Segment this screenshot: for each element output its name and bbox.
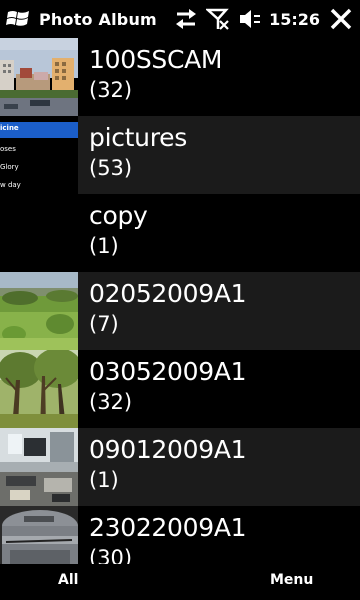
album-row[interactable]: icine oses Glory w day pictures (53) <box>0 116 360 194</box>
album-row[interactable]: 09012009A1 (1) <box>0 428 360 506</box>
album-count: (7) <box>89 312 119 336</box>
data-connection-icon[interactable] <box>173 6 199 32</box>
album-thumbnail <box>0 194 78 272</box>
thumb-menu-item: oses <box>0 145 16 153</box>
album-row[interactable]: 02052009A1 (7) <box>0 272 360 350</box>
album-thumbnail <box>0 506 78 564</box>
album-name: 100SSCAM <box>89 45 223 74</box>
soft-key-bar: All Menu <box>0 564 360 600</box>
thumb-menu-item: w day <box>0 181 21 189</box>
album-list[interactable]: 100SSCAM (32) icine oses Glory w day pic… <box>0 38 360 564</box>
album-count: (53) <box>89 156 133 180</box>
album-name: 23022009A1 <box>89 513 247 542</box>
album-name: pictures <box>89 123 187 152</box>
album-name: 03052009A1 <box>89 357 247 386</box>
thumb-menu-item: icine <box>0 124 19 132</box>
album-row[interactable]: 03052009A1 (32) <box>0 350 360 428</box>
album-name: copy <box>89 201 148 230</box>
album-thumbnail <box>0 428 78 506</box>
app-title: Photo Album <box>39 9 157 29</box>
softkey-menu-button[interactable]: Menu <box>270 572 313 588</box>
album-count: (30) <box>89 546 133 564</box>
thumb-menu-item: Glory <box>0 163 19 171</box>
windows-start-icon[interactable] <box>5 5 33 33</box>
album-count: (1) <box>89 234 119 258</box>
softkey-all-button[interactable]: All <box>58 572 78 588</box>
album-thumbnail <box>0 272 78 350</box>
album-thumbnail: icine oses Glory w day <box>0 116 78 194</box>
album-count: (32) <box>89 390 133 414</box>
signal-off-icon[interactable] <box>205 6 231 32</box>
album-count: (1) <box>89 468 119 492</box>
album-thumbnail <box>0 350 78 428</box>
title-bar: Photo Album 15:26 <box>0 0 360 38</box>
album-name: 09012009A1 <box>89 435 247 464</box>
album-row[interactable]: copy (1) <box>0 194 360 272</box>
album-thumbnail <box>0 38 78 116</box>
clock: 15:26 <box>269 9 320 29</box>
album-count: (32) <box>89 78 133 102</box>
album-row[interactable]: 100SSCAM (32) <box>0 38 360 116</box>
album-row[interactable]: 23022009A1 (30) <box>0 506 360 564</box>
close-icon[interactable] <box>328 6 354 32</box>
album-name: 02052009A1 <box>89 279 247 308</box>
speaker-icon[interactable] <box>237 6 263 32</box>
